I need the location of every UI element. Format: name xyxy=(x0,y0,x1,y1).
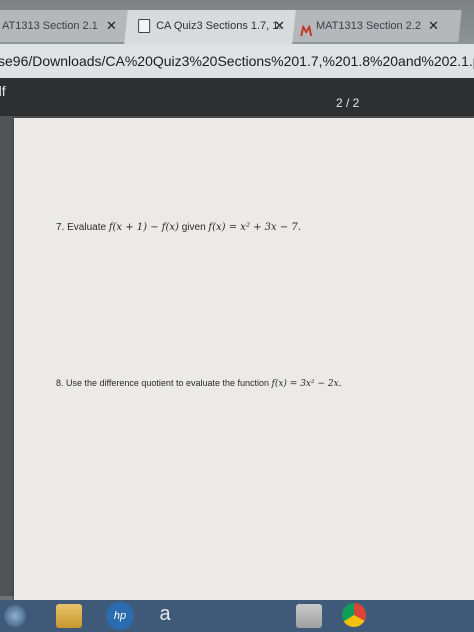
pdf-page: 7. Evaluate f(x + 1) − f(x) given f(x) =… xyxy=(14,118,474,608)
hp-icon[interactable]: hp xyxy=(106,602,134,630)
math-expression: f(x) = 3x² − 2x. xyxy=(271,379,342,389)
document-icon xyxy=(138,19,151,33)
hp-label: hp xyxy=(113,610,127,622)
url-text: se96/Downloads/CA%20Quiz3%20Sections%201… xyxy=(0,53,474,69)
amazon-label: a xyxy=(159,603,171,625)
start-icon[interactable] xyxy=(4,605,26,627)
tab-strip: AT1313 Section 2.1 ✕ CA Quiz3 Sections 1… xyxy=(0,0,474,44)
question-7: 7. Evaluate f(x + 1) − f(x) given f(x) =… xyxy=(56,222,301,233)
question-text: given xyxy=(178,222,209,233)
m-logo-icon xyxy=(300,18,313,37)
tab-mat1313-section-2-2[interactable]: MAT1313 Section 2.2 ✕ xyxy=(288,10,462,42)
address-bar[interactable]: se96/Downloads/CA%20Quiz3%20Sections%201… xyxy=(0,44,474,78)
tab-title: CA Quiz3 Sections 1.7, 1. xyxy=(156,20,282,32)
question-text: Use the difference quotient to evaluate … xyxy=(66,378,272,388)
question-text: Evaluate xyxy=(67,222,109,233)
url-field[interactable]: se96/Downloads/CA%20Quiz3%20Sections%201… xyxy=(0,50,474,72)
file-explorer-icon[interactable] xyxy=(56,604,82,628)
tab-mat1313-section-2-1[interactable]: AT1313 Section 2.1 ✕ xyxy=(0,10,132,42)
close-tab-icon[interactable]: ✕ xyxy=(106,10,117,42)
taskbar: hp a xyxy=(0,600,474,632)
close-tab-icon[interactable]: ✕ xyxy=(274,10,285,42)
chrome-icon[interactable] xyxy=(342,603,366,627)
math-expression: f(x + 1) − f(x) xyxy=(108,222,179,233)
close-tab-icon[interactable]: ✕ xyxy=(428,10,439,42)
amazon-icon[interactable]: a xyxy=(152,604,178,628)
question-8: 8. Use the difference quotient to evalua… xyxy=(56,378,342,389)
tab-title: AT1313 Section 2.1 xyxy=(1,20,98,32)
question-number: 7. xyxy=(56,222,65,233)
tab-title: MAT1313 Section 2.2 xyxy=(316,20,421,32)
question-number: 8. xyxy=(56,378,64,388)
store-icon[interactable] xyxy=(296,604,322,628)
page-indicator: 2 / 2 xyxy=(336,96,360,110)
tab-ca-quiz3[interactable]: CA Quiz3 Sections 1.7, 1. ✕ xyxy=(124,10,296,44)
pdf-file-name: df xyxy=(0,83,6,99)
pdf-toolbar: df 2 / 2 xyxy=(0,78,474,116)
pdf-viewer[interactable]: 7. Evaluate f(x + 1) − f(x) given f(x) =… xyxy=(0,116,474,608)
math-expression: f(x) = x² + 3x − 7. xyxy=(208,222,301,233)
